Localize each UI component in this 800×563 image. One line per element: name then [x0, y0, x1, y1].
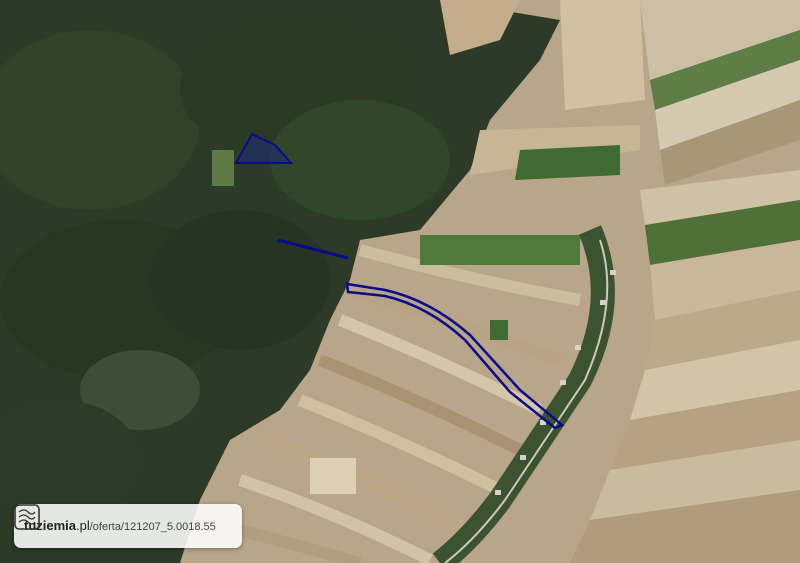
topographic-logo-icon	[14, 504, 40, 530]
attribution-text: tuziemia.pl/oferta/121207_5.0018.55	[24, 517, 216, 535]
satellite-map[interactable]: tuziemia.pl/oferta/121207_5.0018.55	[0, 0, 800, 563]
offer-path: /oferta/121207_5.0018.55	[89, 521, 216, 533]
site-tld: .pl	[76, 518, 90, 533]
attribution-badge[interactable]: tuziemia.pl/oferta/121207_5.0018.55	[14, 504, 242, 548]
map-imagery	[0, 0, 800, 563]
